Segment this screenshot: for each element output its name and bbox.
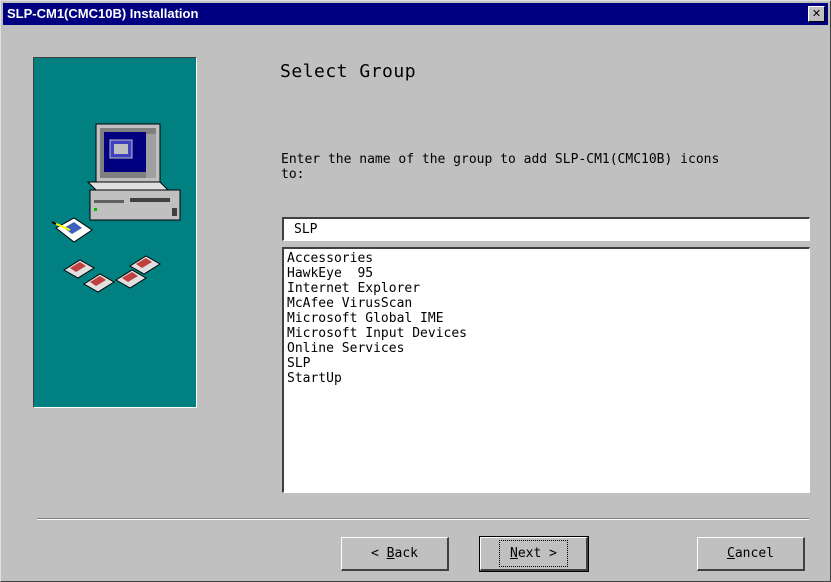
list-item[interactable]: Microsoft Input Devices (287, 326, 806, 341)
computer-illustration-icon (51, 123, 181, 293)
next-button-label: Next > (499, 540, 568, 567)
group-list[interactable]: Accessories HawkEye 95 Internet Explorer Mc… (282, 247, 810, 493)
list-item[interactable]: StartUp (287, 371, 806, 386)
window-title: SLP-CM1(CMC10B) Installation (7, 6, 199, 21)
button-separator (37, 518, 809, 520)
group-name-input[interactable] (282, 217, 810, 241)
close-button[interactable]: ✕ (808, 6, 825, 22)
page-title: Select Group (280, 61, 417, 82)
title-bar: SLP-CM1(CMC10B) Installation ✕ (3, 3, 828, 25)
instruction-text: Enter the name of the group to add SLP-C… (281, 152, 720, 182)
list-item[interactable]: HawkEye 95 (287, 266, 806, 281)
list-item[interactable]: SLP (287, 356, 806, 371)
list-item[interactable]: McAfee VirusScan (287, 296, 806, 311)
installer-window: SLP-CM1(CMC10B) Installation ✕ Select Gr… (0, 0, 831, 582)
back-button[interactable]: < Back (341, 537, 449, 571)
list-item[interactable]: Online Services (287, 341, 806, 356)
installer-illustration (33, 57, 197, 408)
close-icon: ✕ (811, 7, 822, 20)
cancel-button-label: Cancel (727, 546, 774, 561)
back-button-label: < Back (371, 546, 418, 561)
list-item[interactable]: Accessories (287, 251, 806, 266)
list-item[interactable]: Internet Explorer (287, 281, 806, 296)
list-item[interactable]: Microsoft Global IME (287, 311, 806, 326)
cancel-button[interactable]: Cancel (697, 537, 805, 571)
next-button[interactable]: Next > (479, 536, 589, 572)
